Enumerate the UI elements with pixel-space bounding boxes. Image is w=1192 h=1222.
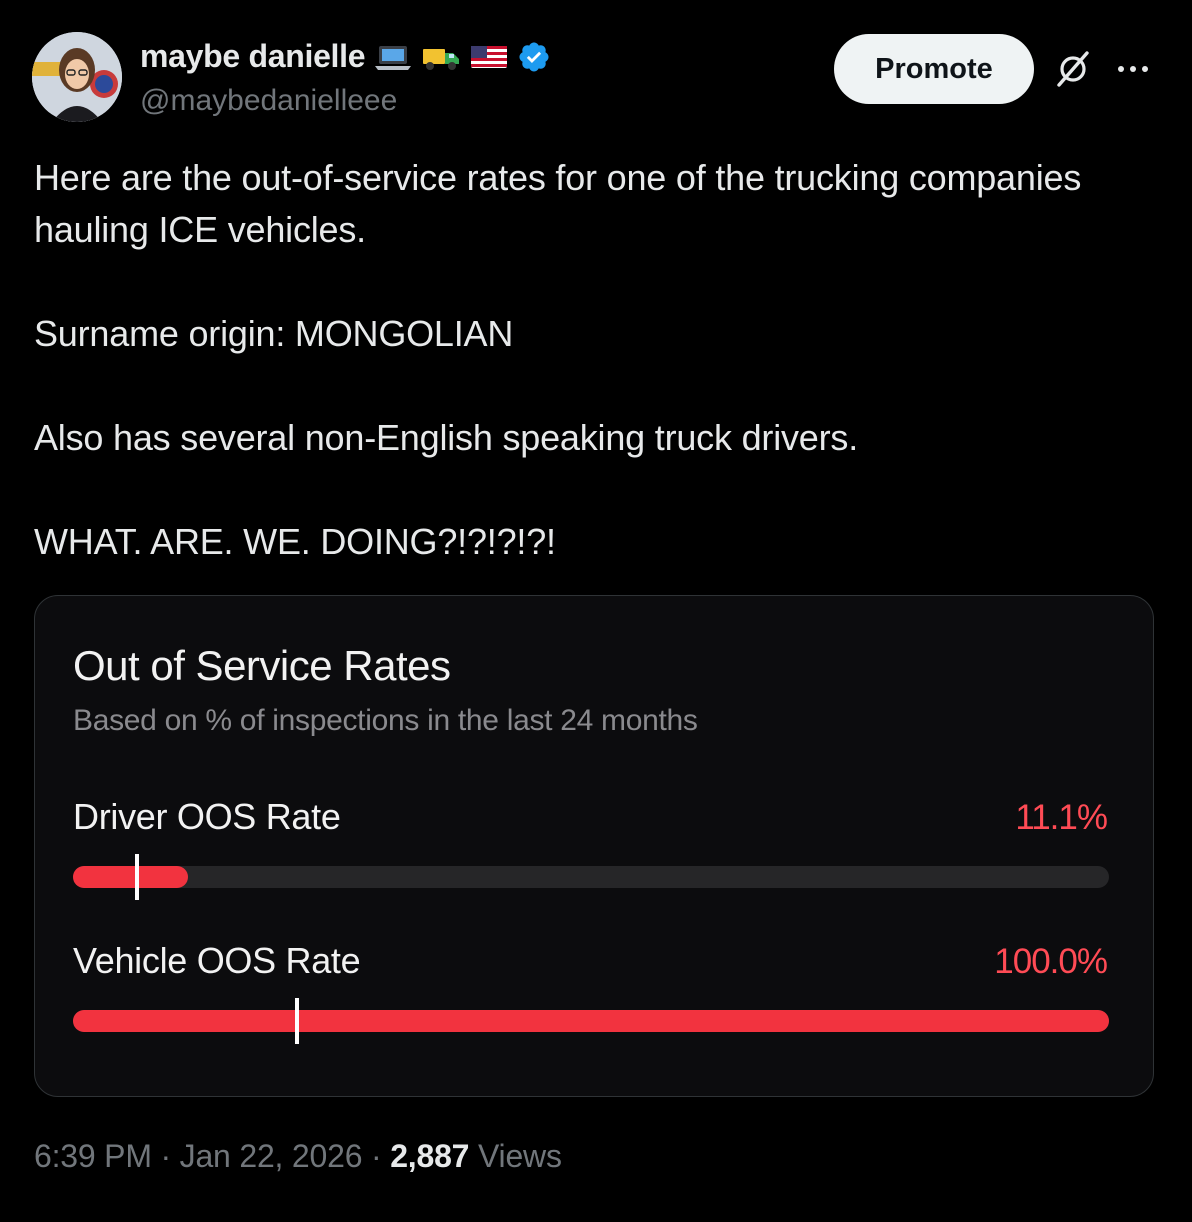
vehicle-oos-bar-fill bbox=[73, 1010, 1109, 1032]
driver-oos-bar-marker bbox=[135, 854, 140, 900]
author-avatar[interactable] bbox=[32, 32, 122, 122]
more-options-icon[interactable] bbox=[1112, 48, 1154, 90]
views-label[interactable]: Views bbox=[478, 1138, 562, 1174]
verified-badge-icon bbox=[519, 41, 549, 72]
tweet-text-line: Here are the out-of-service rates for on… bbox=[34, 157, 1082, 250]
author-handle[interactable]: @maybedanielleee bbox=[140, 84, 397, 118]
avatar-image bbox=[32, 32, 122, 122]
author-display-name[interactable]: maybe danielle bbox=[140, 38, 366, 75]
card-title: Out of Service Rates bbox=[73, 642, 451, 689]
vehicle-oos-bar bbox=[73, 998, 1109, 1044]
grok-icon[interactable] bbox=[1052, 48, 1094, 90]
tweet-text-line: WHAT. ARE. WE. DOING?!?!?!?! bbox=[34, 521, 556, 562]
tweet-text-line: Also has several non-English speaking tr… bbox=[34, 417, 858, 458]
tweet-time[interactable]: 6:39 PM bbox=[34, 1138, 152, 1174]
delivery-truck-emoji bbox=[423, 48, 460, 70]
driver-oos-label: Driver OOS Rate bbox=[73, 796, 341, 837]
author-name-line[interactable]: maybe danielle bbox=[140, 38, 551, 75]
driver-oos-bar-fill bbox=[73, 866, 188, 888]
attached-image-card[interactable]: Out of Service Rates Based on % of inspe… bbox=[34, 595, 1154, 1097]
vehicle-oos-label: Vehicle OOS Rate bbox=[73, 940, 361, 981]
tweet-meta: 6:39 PM · Jan 22, 2026 · 2,887 Views bbox=[34, 1138, 562, 1175]
vehicle-oos-value: 100.0% bbox=[994, 942, 1108, 981]
driver-oos-value: 11.1% bbox=[1015, 798, 1108, 837]
tweet-text: Here are the out-of-service rates for on… bbox=[34, 152, 1144, 568]
tweet-text-line: Surname origin: MONGOLIAN bbox=[34, 313, 514, 354]
laptop-emoji bbox=[375, 45, 412, 70]
views-count[interactable]: 2,887 bbox=[390, 1138, 469, 1174]
promote-button[interactable]: Promote bbox=[834, 34, 1034, 104]
tweet-header: maybe danielle @maybedanielleee Promote bbox=[32, 32, 1160, 124]
tweet-date[interactable]: Jan 22, 2026 bbox=[180, 1138, 363, 1174]
meta-separator: · bbox=[160, 1138, 171, 1174]
us-flag-emoji bbox=[471, 45, 508, 68]
driver-oos-bar bbox=[73, 854, 1109, 900]
vehicle-oos-bar-marker bbox=[294, 998, 299, 1044]
card-subtitle: Based on % of inspections in the last 24… bbox=[73, 704, 698, 737]
meta-separator: · bbox=[371, 1138, 382, 1174]
